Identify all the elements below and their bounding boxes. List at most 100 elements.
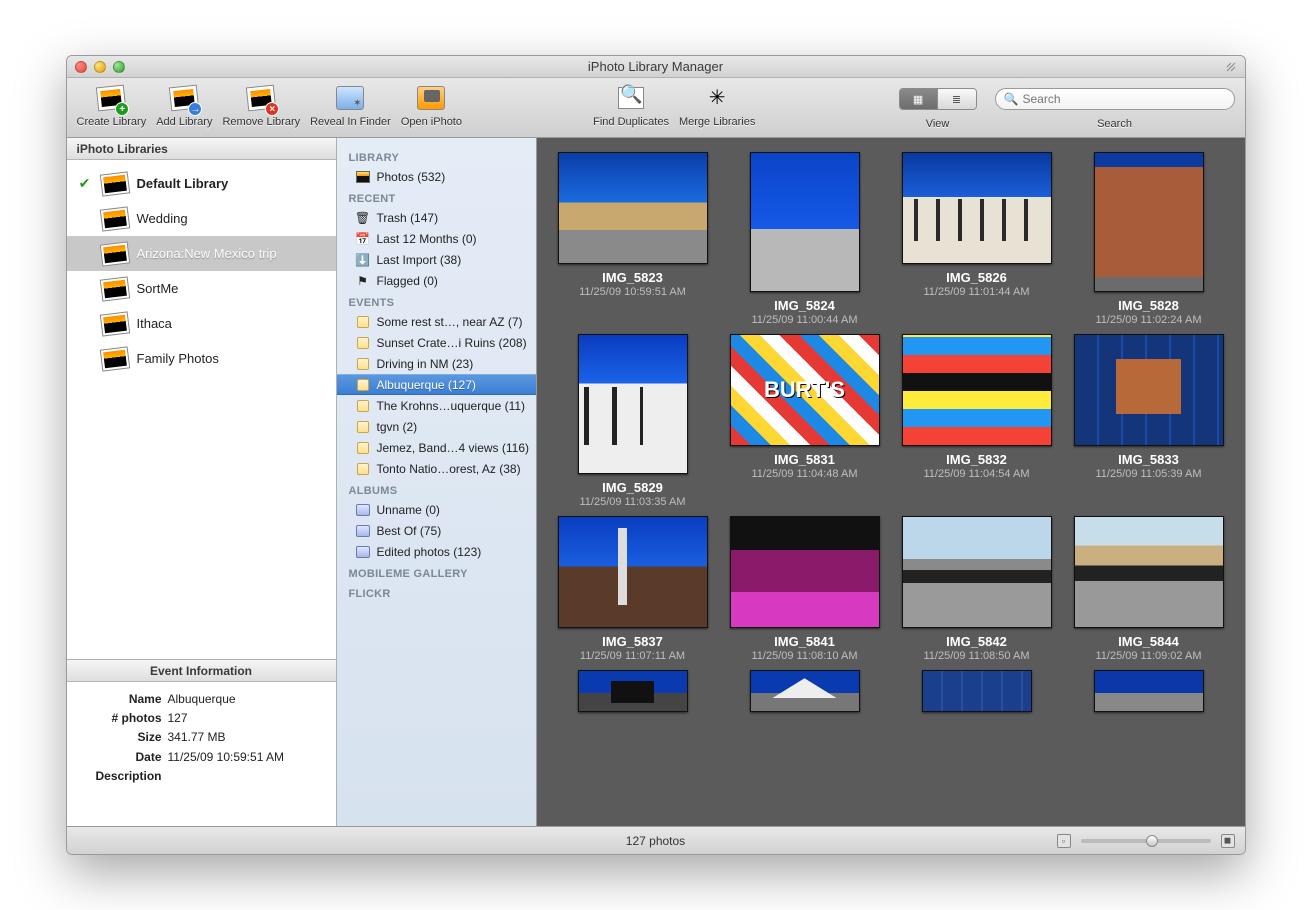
- photo-thumbnail[interactable]: [1074, 516, 1224, 628]
- status-bar: 127 photos ▫ ◼: [67, 826, 1245, 854]
- view-toggle[interactable]: ▦ ≣: [899, 88, 977, 110]
- create-library-button[interactable]: + Create Library: [77, 82, 147, 128]
- open-iphoto-button[interactable]: Open iPhoto: [401, 82, 462, 128]
- photo-cell[interactable]: [723, 670, 887, 712]
- photo-cell[interactable]: IMG_583211/25/09 11:04:54 AM: [895, 334, 1059, 508]
- photo-date: 11/25/09 11:02:24 AM: [1095, 314, 1201, 326]
- toolbar-toggle-icon[interactable]: [1225, 61, 1237, 73]
- close-button[interactable]: [75, 61, 87, 73]
- reveal-in-finder-button[interactable]: Reveal In Finder: [310, 82, 391, 128]
- thumb-small-icon[interactable]: ▫: [1057, 834, 1071, 848]
- event-item[interactable]: tgvn (2): [337, 416, 536, 437]
- remove-library-button[interactable]: × Remove Library: [222, 82, 300, 128]
- search-input-wrapper[interactable]: 🔍: [995, 88, 1235, 110]
- event-item[interactable]: Tonto Natio…orest, Az (38): [337, 458, 536, 479]
- photo-date: 11/25/09 10:59:51 AM: [579, 286, 686, 298]
- photo-thumbnail[interactable]: [1094, 152, 1204, 292]
- photo-thumbnail[interactable]: [902, 516, 1052, 628]
- photos-item[interactable]: Photos (532): [337, 166, 536, 187]
- library-item[interactable]: Family Photos: [67, 341, 336, 376]
- photo-thumbnail[interactable]: [730, 516, 880, 628]
- thumb-large-icon[interactable]: ◼: [1221, 834, 1235, 848]
- library-item[interactable]: ✔ Default Library: [67, 166, 336, 201]
- photo-cell[interactable]: IMG_582611/25/09 11:01:44 AM: [895, 152, 1059, 326]
- list-view-icon[interactable]: ≣: [938, 89, 976, 109]
- thumbnail-pane[interactable]: IMG_582311/25/09 10:59:51 AMIMG_582411/2…: [537, 138, 1245, 826]
- photo-cell[interactable]: [895, 670, 1059, 712]
- thumbnail-size-slider[interactable]: [1081, 839, 1211, 843]
- photo-thumbnail[interactable]: [902, 152, 1052, 264]
- photo-date: 11/25/09 11:08:50 AM: [923, 650, 1029, 662]
- photo-cell[interactable]: IMG_582911/25/09 11:03:35 AM: [551, 334, 715, 508]
- photo-name: IMG_5823: [602, 270, 663, 285]
- add-library-button[interactable]: → Add Library: [156, 82, 212, 128]
- event-item[interactable]: Driving in NM (23): [337, 353, 536, 374]
- photo-thumbnail[interactable]: [922, 670, 1032, 712]
- photo-thumbnail[interactable]: [730, 334, 880, 446]
- album-icon: [356, 546, 370, 558]
- event-item[interactable]: Some rest st…, near AZ (7): [337, 311, 536, 332]
- photo-cell[interactable]: IMG_584111/25/09 11:08:10 AM: [723, 516, 887, 662]
- photo-thumbnail[interactable]: [1074, 334, 1224, 446]
- album-item[interactable]: Best Of (75): [337, 520, 536, 541]
- recent-item[interactable]: 📅Last 12 Months (0): [337, 228, 536, 249]
- section-albums: ALBUMS: [337, 479, 536, 499]
- photo-thumbnail[interactable]: [1094, 670, 1204, 712]
- library-item[interactable]: Arizona:New Mexico trip: [67, 236, 336, 271]
- photo-cell[interactable]: IMG_584211/25/09 11:08:50 AM: [895, 516, 1059, 662]
- event-icon: [357, 337, 369, 349]
- event-icon: [357, 358, 369, 370]
- section-library: LIBRARY: [337, 146, 536, 166]
- library-icon: [101, 243, 129, 265]
- photo-cell[interactable]: IMG_582411/25/09 11:00:44 AM: [723, 152, 887, 326]
- photo-cell[interactable]: [551, 670, 715, 712]
- section-mobileme: MOBILEME GALLERY: [337, 562, 536, 582]
- library-icon: [101, 208, 129, 230]
- find-duplicates-button[interactable]: Find Duplicates: [593, 82, 669, 128]
- minimize-button[interactable]: [94, 61, 106, 73]
- thumbnail-grid: IMG_582311/25/09 10:59:51 AMIMG_582411/2…: [537, 138, 1245, 718]
- photo-cell[interactable]: IMG_583311/25/09 11:05:39 AM: [1067, 334, 1231, 508]
- event-item[interactable]: Albuquerque (127): [337, 374, 536, 395]
- photo-cell[interactable]: IMG_584411/25/09 11:09:02 AM: [1067, 516, 1231, 662]
- photo-thumbnail[interactable]: [750, 152, 860, 292]
- check-icon: ✔: [77, 175, 93, 192]
- photo-name: IMG_5833: [1118, 452, 1179, 467]
- event-item[interactable]: Sunset Crate…i Ruins (208): [337, 332, 536, 353]
- photo-name: IMG_5826: [946, 270, 1007, 285]
- photo-cell[interactable]: IMG_582311/25/09 10:59:51 AM: [551, 152, 715, 326]
- event-item[interactable]: Jemez, Band…4 views (116): [337, 437, 536, 458]
- photo-count: 127 photos: [626, 834, 685, 848]
- library-icon: [101, 348, 129, 370]
- library-item[interactable]: Ithaca: [67, 306, 336, 341]
- zoom-button[interactable]: [113, 61, 125, 73]
- recent-item[interactable]: ⬇️Last Import (38): [337, 249, 536, 270]
- toolbar: + Create Library → Add Library × Remove …: [67, 78, 1245, 138]
- section-recent: RECENT: [337, 187, 536, 207]
- album-item[interactable]: Edited photos (123): [337, 541, 536, 562]
- library-item[interactable]: Wedding: [67, 201, 336, 236]
- photo-cell[interactable]: IMG_583111/25/09 11:04:48 AM: [723, 334, 887, 508]
- merge-libraries-button[interactable]: ✳︎ Merge Libraries: [679, 82, 755, 128]
- photo-cell[interactable]: IMG_582811/25/09 11:02:24 AM: [1067, 152, 1231, 326]
- photo-thumbnail[interactable]: [578, 334, 688, 474]
- photo-date: 11/25/09 11:03:35 AM: [579, 496, 685, 508]
- section-events: EVENTS: [337, 291, 536, 311]
- album-item[interactable]: Unname (0): [337, 499, 536, 520]
- grid-view-icon[interactable]: ▦: [900, 89, 938, 109]
- photo-cell[interactable]: IMG_583711/25/09 11:07:11 AM: [551, 516, 715, 662]
- photo-name: IMG_5837: [602, 634, 663, 649]
- library-item[interactable]: SortMe: [67, 271, 336, 306]
- photo-name: IMG_5842: [946, 634, 1007, 649]
- search-input[interactable]: [1022, 92, 1225, 106]
- photo-cell[interactable]: [1067, 670, 1231, 712]
- photo-thumbnail[interactable]: [750, 670, 860, 712]
- recent-item[interactable]: ⚑Flagged (0): [337, 270, 536, 291]
- photo-thumbnail[interactable]: [558, 516, 708, 628]
- photo-thumbnail[interactable]: [902, 334, 1052, 446]
- photo-thumbnail[interactable]: [578, 670, 688, 712]
- recent-item[interactable]: 🗑Trash (147): [337, 207, 536, 228]
- section-flickr: FLICKR: [337, 582, 536, 602]
- event-item[interactable]: The Krohns…uquerque (11): [337, 395, 536, 416]
- photo-thumbnail[interactable]: [558, 152, 708, 264]
